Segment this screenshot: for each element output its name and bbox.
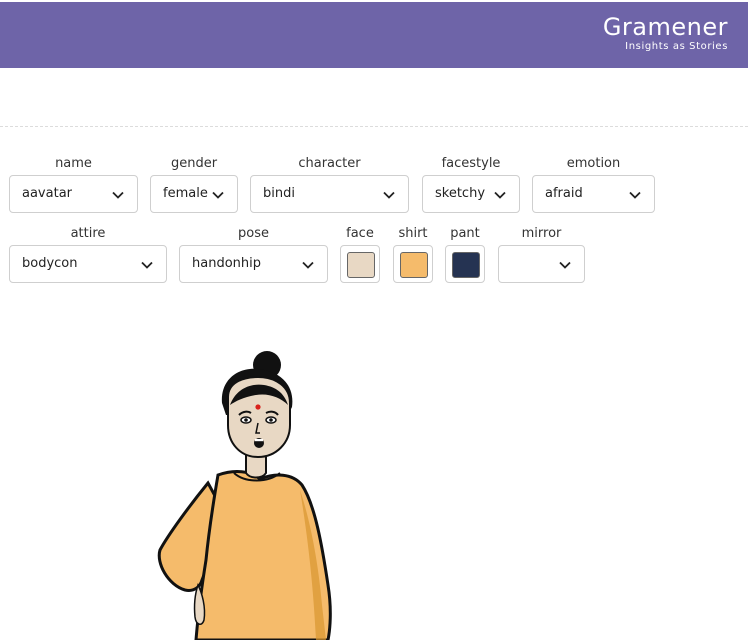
mirror-label: mirror bbox=[521, 226, 562, 241]
gender-select[interactable]: female bbox=[150, 175, 238, 213]
chevron-down-icon bbox=[212, 191, 224, 199]
brand-tagline: Insights as Stories bbox=[625, 41, 728, 52]
facestyle-field: facestyle sketchy bbox=[422, 156, 520, 213]
facestyle-label: facestyle bbox=[441, 156, 501, 171]
mirror-field: mirror bbox=[498, 226, 585, 283]
facestyle-select-value: sketchy bbox=[435, 186, 486, 201]
character-select[interactable]: bindi bbox=[250, 175, 409, 213]
pant-color-field: pant bbox=[445, 226, 485, 283]
facestyle-select[interactable]: sketchy bbox=[422, 175, 520, 213]
emotion-select[interactable]: afraid bbox=[532, 175, 655, 213]
pant-color-swatch bbox=[452, 252, 480, 278]
brand-name: Gramener bbox=[602, 13, 728, 41]
shirt-color-field: shirt bbox=[393, 226, 433, 283]
name-field: name aavatar bbox=[9, 156, 138, 213]
character-field: character bindi bbox=[250, 156, 409, 213]
avatar-bindi bbox=[255, 404, 261, 410]
brand-logo[interactable]: Gramener Insights as Stories bbox=[603, 14, 728, 53]
chevron-down-icon bbox=[302, 261, 314, 269]
pose-select-value: handonhip bbox=[192, 256, 261, 271]
avatar-neck bbox=[245, 454, 267, 479]
chevron-down-icon bbox=[112, 191, 124, 199]
chevron-down-icon bbox=[383, 191, 395, 199]
pose-label: pose bbox=[238, 226, 269, 241]
character-select-value: bindi bbox=[263, 186, 295, 201]
attire-label: attire bbox=[70, 226, 106, 241]
name-select-value: aavatar bbox=[22, 186, 73, 201]
attire-select[interactable]: bodycon bbox=[9, 245, 167, 283]
header-bar: Gramener Insights as Stories bbox=[0, 2, 748, 68]
face-color-picker[interactable] bbox=[340, 245, 380, 283]
face-color-field: face bbox=[340, 226, 380, 283]
name-select[interactable]: aavatar bbox=[9, 175, 138, 213]
emotion-label: emotion bbox=[566, 156, 621, 171]
face-label: face bbox=[346, 226, 374, 241]
shirt-label: shirt bbox=[398, 226, 428, 241]
mirror-select[interactable] bbox=[498, 245, 585, 283]
avatar-teeth bbox=[255, 439, 263, 442]
divider bbox=[0, 126, 748, 127]
shirt-color-swatch bbox=[400, 252, 428, 278]
gender-field: gender female bbox=[150, 156, 238, 213]
chevron-down-icon bbox=[494, 191, 506, 199]
attire-select-value: bodycon bbox=[22, 256, 78, 271]
pant-color-picker[interactable] bbox=[445, 245, 485, 283]
avatar-pupil-left bbox=[244, 418, 248, 422]
gender-label: gender bbox=[170, 156, 218, 171]
pant-label: pant bbox=[450, 226, 480, 241]
shirt-color-picker[interactable] bbox=[393, 245, 433, 283]
emotion-select-value: afraid bbox=[545, 186, 583, 201]
avatar-pupil-right bbox=[269, 418, 273, 422]
chevron-down-icon bbox=[629, 191, 641, 199]
emotion-field: emotion afraid bbox=[532, 156, 655, 213]
name-label: name bbox=[55, 156, 92, 171]
chevron-down-icon bbox=[141, 261, 153, 269]
face-color-swatch bbox=[347, 252, 375, 278]
character-label: character bbox=[298, 156, 361, 171]
attire-field: attire bodycon bbox=[9, 226, 167, 283]
chevron-down-icon bbox=[559, 261, 571, 269]
gender-select-value: female bbox=[163, 186, 208, 201]
pose-field: pose handonhip bbox=[179, 226, 328, 283]
avatar-illustration bbox=[157, 351, 332, 640]
pose-select[interactable]: handonhip bbox=[179, 245, 328, 283]
